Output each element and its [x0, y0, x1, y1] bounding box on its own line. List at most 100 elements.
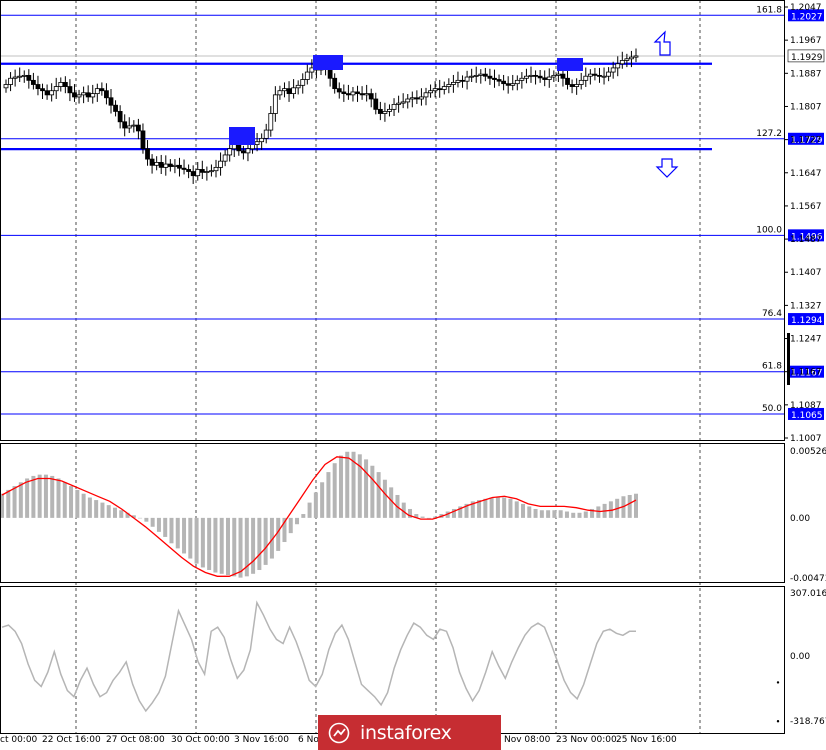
highlight-box: [313, 55, 343, 70]
candle-body: [17, 75, 23, 78]
candle-body: [455, 79, 461, 83]
x-tick-label: Nov 08:00: [504, 735, 551, 745]
candle-body: [441, 86, 447, 90]
candle-body: [263, 129, 269, 139]
candle-body: [510, 83, 516, 86]
macd-histogram-bar: [150, 517, 155, 527]
candle-body: [341, 91, 347, 95]
price-axis: 1.2047 1.1967 1.1887 1.1807 1.1727 1.1647 1.15…: [0, 0, 822, 734]
main-panel-frame: [0, 0, 785, 441]
macd-histogram-bar: [75, 489, 80, 518]
candle-body: [99, 88, 105, 92]
candle-body: [140, 130, 146, 150]
candle-body: [514, 79, 520, 85]
candle-body: [542, 77, 548, 80]
candle-body: [492, 77, 497, 80]
macd-histogram-bar: [257, 517, 262, 570]
macd-histogram-bar: [182, 517, 187, 554]
macd-histogram-bar: [295, 517, 300, 525]
macd-y-tick-label: -0.00473: [790, 574, 826, 584]
fib-price-tag-label: 1.1065: [791, 411, 823, 421]
y-tick-label: 1.1407: [790, 268, 822, 278]
candle-body: [368, 93, 374, 100]
macd-histogram-bar: [232, 517, 237, 577]
candle-body: [450, 82, 456, 85]
candle-body: [108, 97, 114, 106]
macd-histogram-bar: [370, 465, 375, 518]
candle-body: [528, 74, 534, 77]
candle-body: [606, 71, 612, 77]
candle-body: [624, 58, 630, 61]
x-tick-label: ct 00:00: [0, 735, 38, 745]
macd-histogram-bar: [144, 517, 149, 522]
y-tick-label: 1.1567: [790, 202, 822, 212]
candle-body: [336, 88, 342, 93]
macd-histogram-bar: [508, 498, 513, 518]
candle-body: [350, 91, 356, 96]
candle-body: [355, 91, 360, 95]
macd-histogram-bar: [156, 517, 161, 532]
macd-histogram-bar: [219, 517, 224, 574]
candle-body: [195, 169, 201, 177]
candle-body: [177, 164, 182, 169]
candle-body: [578, 79, 584, 85]
candle-body: [35, 84, 41, 90]
candle-body: [250, 144, 255, 150]
y-tick-label: 1.1247: [790, 335, 822, 345]
candle-body: [158, 162, 164, 168]
candle-body: [387, 108, 392, 112]
macd-histogram-bar: [213, 517, 218, 573]
cci-line: [1, 600, 636, 713]
macd-histogram-bar: [169, 517, 174, 544]
macd-histogram-bar: [376, 472, 381, 518]
candle-body: [560, 73, 566, 79]
macd-histogram-bar: [564, 511, 569, 518]
candle-body: [428, 90, 433, 94]
x-tick-label: 25 Nov 16:00: [616, 735, 677, 745]
candle-body: [53, 86, 59, 92]
macd-histogram-bar: [288, 517, 293, 534]
cci-panel: 307.0161 0.00 -318.767: [1, 589, 826, 727]
macd-histogram-bar: [521, 503, 526, 518]
macd-histogram-bar: [106, 505, 111, 518]
candle-body: [190, 171, 196, 177]
macd-histogram-bar: [627, 494, 632, 518]
candle-body: [464, 76, 470, 82]
candle-body: [291, 87, 297, 95]
macd-histogram-bar: [188, 517, 193, 559]
arrow-down-icon: [655, 158, 679, 178]
macd-histogram-bar: [539, 510, 544, 518]
candle-body: [12, 76, 18, 79]
x-tick-label: 27 Oct 08:00: [106, 735, 165, 745]
candle-body: [126, 125, 132, 129]
macd-histogram-bar: [546, 510, 551, 518]
macd-histogram-bar: [238, 517, 243, 578]
candle-body: [90, 93, 96, 98]
candle-body: [373, 98, 379, 110]
candle-body: [163, 163, 169, 168]
y-tick-label: 1.1967: [790, 36, 822, 46]
macd-histogram-bar: [514, 501, 519, 518]
candle-body: [172, 164, 178, 167]
candle-body: [94, 88, 100, 95]
y-tick-label: 1.1167: [790, 368, 822, 378]
candle-body: [501, 80, 507, 85]
macd-histogram-bar: [357, 454, 362, 518]
candle-body: [437, 88, 443, 91]
candle-body: [304, 71, 310, 80]
candle-body: [67, 86, 73, 94]
candle-body: [268, 113, 274, 131]
cci-y-tick-label: 0.00: [790, 652, 810, 662]
candle-body: [400, 101, 406, 104]
macd-histogram-bar: [138, 517, 143, 519]
y-tick-label: 1.1007: [790, 434, 822, 444]
macd-histogram-bar: [100, 502, 105, 518]
fib-price-tag-label: 1.1294: [791, 316, 823, 326]
macd-histogram-bar: [552, 510, 557, 518]
direction-arrows: [653, 30, 679, 178]
candle-body: [345, 93, 351, 96]
candle-body: [423, 92, 429, 98]
macd-histogram-bar: [12, 486, 17, 518]
candle-body: [524, 75, 529, 79]
y-tick-label: 1.1647: [790, 169, 822, 179]
